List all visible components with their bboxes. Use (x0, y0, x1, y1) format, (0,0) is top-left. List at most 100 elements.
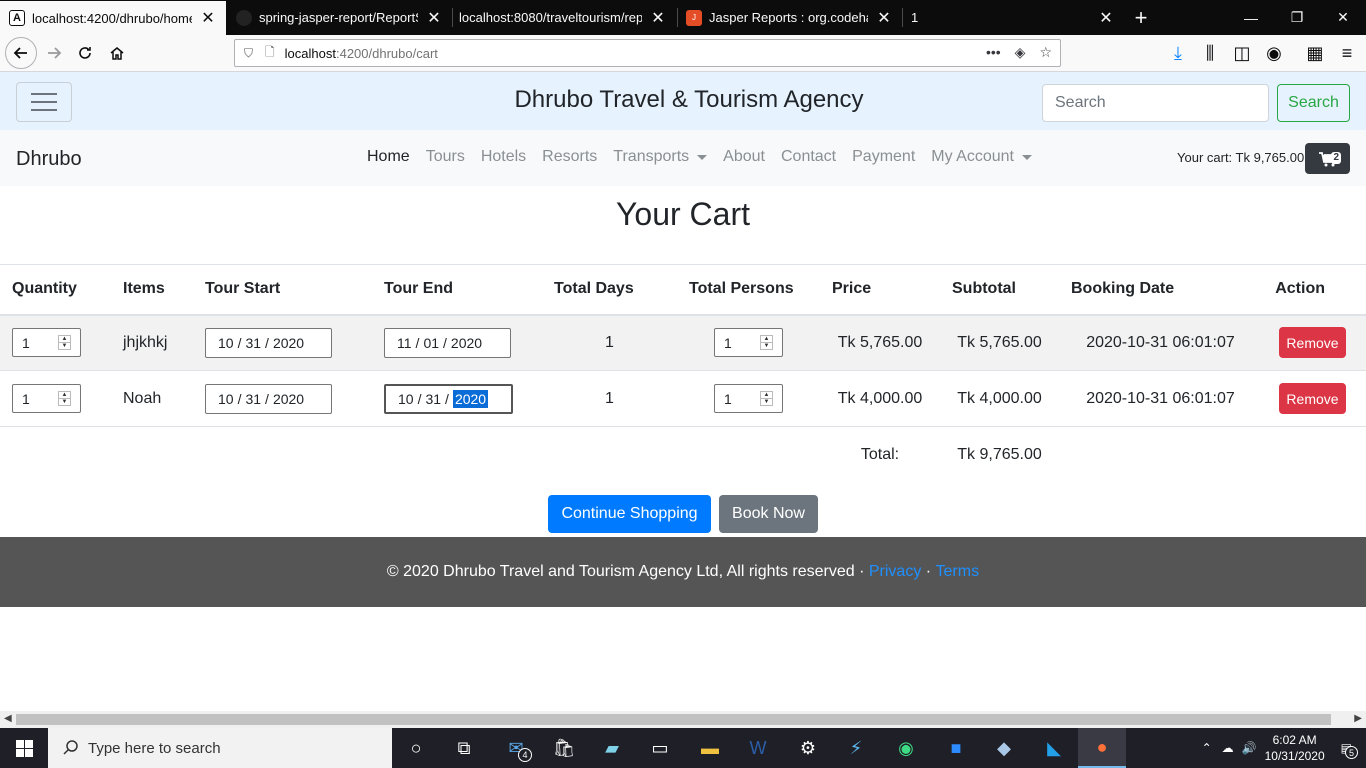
store-icon[interactable]: 🛍 (540, 728, 588, 768)
reload-button[interactable] (70, 38, 100, 68)
forward-button[interactable] (39, 38, 69, 68)
continue-shopping-button[interactable]: Continue Shopping (548, 495, 711, 533)
terminal-icon[interactable]: ▭ (636, 728, 684, 768)
word-icon[interactable]: W (734, 728, 782, 768)
restore-button[interactable]: ❐ (1274, 0, 1320, 35)
table-row: 1 ▲ ▼ jhjkhkj 10/31/2020 11/01/2020 1 1 ▲ ▼ … (0, 314, 1366, 371)
downloads-icon[interactable]: ⤓ (1163, 38, 1193, 68)
close-icon[interactable]: ✕ (200, 8, 216, 28)
spinner-icon[interactable]: ▲ ▼ (760, 391, 773, 406)
zoom-icon[interactable]: ■ (932, 728, 980, 768)
sidebar-icon[interactable]: ◫ (1227, 38, 1257, 68)
library-icon[interactable]: ⫼ (1195, 38, 1225, 68)
window-close-button[interactable]: ✕ (1320, 0, 1366, 35)
browser-tab-3[interactable]: localhost:8080/traveltourism/repor ✕ (450, 0, 676, 35)
tab-title: localhost:8080/traveltourism/repor (459, 10, 642, 25)
browser-tab-1[interactable]: A localhost:4200/dhrubo/homep ✕ (0, 1, 226, 35)
file-explorer-icon[interactable]: ▬ (686, 728, 734, 768)
mysql-workbench-icon[interactable]: ⚙ (784, 728, 832, 768)
horizontal-scrollbar[interactable]: ◀ ▶ (0, 711, 1366, 728)
notification-icon[interactable]: ▤5 (1341, 741, 1358, 759)
close-icon[interactable]: ✕ (426, 8, 442, 28)
spinner-icon[interactable]: ▲ ▼ (58, 391, 71, 406)
spinner-icon[interactable]: ▲ ▼ (58, 335, 71, 351)
menu-icon[interactable]: ≡ (1332, 38, 1362, 68)
new-tab-button[interactable]: + (1129, 0, 1153, 35)
persons-stepper[interactable]: 1 ▲ ▼ (714, 328, 783, 358)
mail-icon[interactable]: ✉ 4 (492, 728, 540, 768)
close-icon[interactable]: ✕ (1098, 8, 1114, 28)
nav-link-contact[interactable]: Contact (773, 148, 844, 166)
reload-icon (79, 47, 91, 59)
cart-button[interactable]: 2 (1305, 143, 1350, 174)
task-view-icon[interactable]: ⧉ (440, 728, 488, 768)
quantity-stepper[interactable]: 1 ▲ ▼ (12, 384, 81, 413)
browser-tab-4[interactable]: J Jasper Reports : org.codehaus. ✕ (677, 0, 902, 35)
nav-link-hotels[interactable]: Hotels (473, 148, 534, 166)
jasper-icon: J (686, 9, 702, 26)
account-icon[interactable]: ◉ (1259, 38, 1289, 68)
nav-link-payment[interactable]: Payment (844, 148, 923, 166)
nav-link-home[interactable]: Home (359, 148, 418, 166)
selected-year-segment[interactable]: 2020 (452, 389, 489, 408)
chevron-up-icon[interactable]: ⌃ (1202, 741, 1212, 755)
tour-start-date-input[interactable]: 10/31/2020 (205, 383, 332, 414)
browser-tab-2[interactable]: spring-jasper-report/ReportSer ✕ (227, 0, 452, 35)
volume-icon[interactable]: 🔊 (1242, 741, 1257, 755)
virtualbox-icon[interactable]: ◆ (980, 728, 1028, 768)
close-icon[interactable]: ✕ (876, 8, 892, 28)
start-button[interactable] (0, 728, 48, 768)
book-now-button[interactable]: Book Now (719, 495, 818, 533)
remove-button[interactable]: Remove (1279, 327, 1346, 359)
terms-link[interactable]: Terms (936, 563, 980, 581)
nav-link-my-account[interactable]: My Account (923, 148, 1040, 166)
notes-icon[interactable]: ▰ (588, 728, 636, 768)
copyright-text: © 2020 Dhrubo Travel and Tourism Agency … (386, 563, 869, 580)
nav-link-tours[interactable]: Tours (418, 148, 473, 166)
spinner-icon[interactable]: ▲ ▼ (760, 335, 773, 351)
onedrive-icon[interactable]: ☁ (1222, 741, 1234, 755)
total-value: Tk 9,765.00 (957, 445, 1042, 463)
quantity-stepper[interactable]: 1 ▲ ▼ (12, 328, 81, 358)
power-automate-icon[interactable]: ⚡ (832, 728, 880, 768)
nav-link-about[interactable]: About (715, 148, 773, 166)
nav-link-resorts[interactable]: Resorts (534, 148, 605, 166)
search-button[interactable]: Search (1277, 84, 1350, 122)
tour-end-date-input[interactable]: 10/31/2020 (384, 383, 513, 414)
tour-end-date-input[interactable]: 11/01/2020 (384, 327, 511, 358)
pocket-icon[interactable]: ◈ (1015, 44, 1026, 61)
firefox-icon[interactable]: ● (1078, 728, 1126, 768)
privacy-link[interactable]: Privacy (869, 563, 921, 581)
shield-icon[interactable]: ⛉ (244, 46, 253, 61)
android-studio-icon[interactable]: ◉ (882, 728, 930, 768)
col-header: Booking Date (1059, 264, 1262, 316)
bookmark-star-icon[interactable]: ☆ (1039, 44, 1052, 61)
taskbar-search[interactable]: Type here to search (48, 728, 392, 768)
url-bar[interactable]: ⛉ 🗋 localhost:4200/dhrubo/cart ••• ◈ ☆ (234, 39, 1061, 67)
vscode-icon[interactable]: ◣ (1030, 728, 1078, 768)
tour-start-date-input[interactable]: 10/31/2020 (205, 327, 332, 358)
page-info-icon[interactable]: 🗋 (265, 43, 275, 64)
scroll-right-icon[interactable]: ▶ (1354, 713, 1362, 724)
col-header: Price (820, 264, 940, 316)
item-name: Noah (111, 370, 193, 427)
back-button[interactable] (5, 37, 37, 69)
scroll-left-icon[interactable]: ◀ (4, 713, 12, 724)
scrollbar-thumb[interactable] (16, 714, 1331, 725)
nav-link-transports[interactable]: Transports (605, 148, 715, 166)
clock[interactable]: 6:02 AM 10/31/2020 (1265, 732, 1325, 764)
site-header: Dhrubo Travel & Tourism Agency Search Se… (0, 72, 1366, 130)
cortana-icon[interactable]: ○ (392, 728, 440, 768)
close-icon[interactable]: ✕ (650, 8, 666, 28)
remove-button[interactable]: Remove (1279, 383, 1346, 414)
browser-tab-5[interactable]: 1 ✕ (902, 0, 1124, 35)
navbar-brand[interactable]: Dhrubo (16, 148, 82, 171)
tab-title: localhost:4200/dhrubo/homep (32, 10, 192, 26)
caret-down-icon (1021, 154, 1032, 160)
home-button[interactable] (102, 38, 132, 68)
extensions-icon[interactable]: ▦ (1300, 38, 1330, 68)
minimize-button[interactable]: — (1228, 0, 1274, 35)
search-input[interactable]: Search (1042, 84, 1269, 122)
more-actions-icon[interactable]: ••• (986, 44, 1001, 61)
persons-stepper[interactable]: 1 ▲ ▼ (714, 384, 783, 413)
